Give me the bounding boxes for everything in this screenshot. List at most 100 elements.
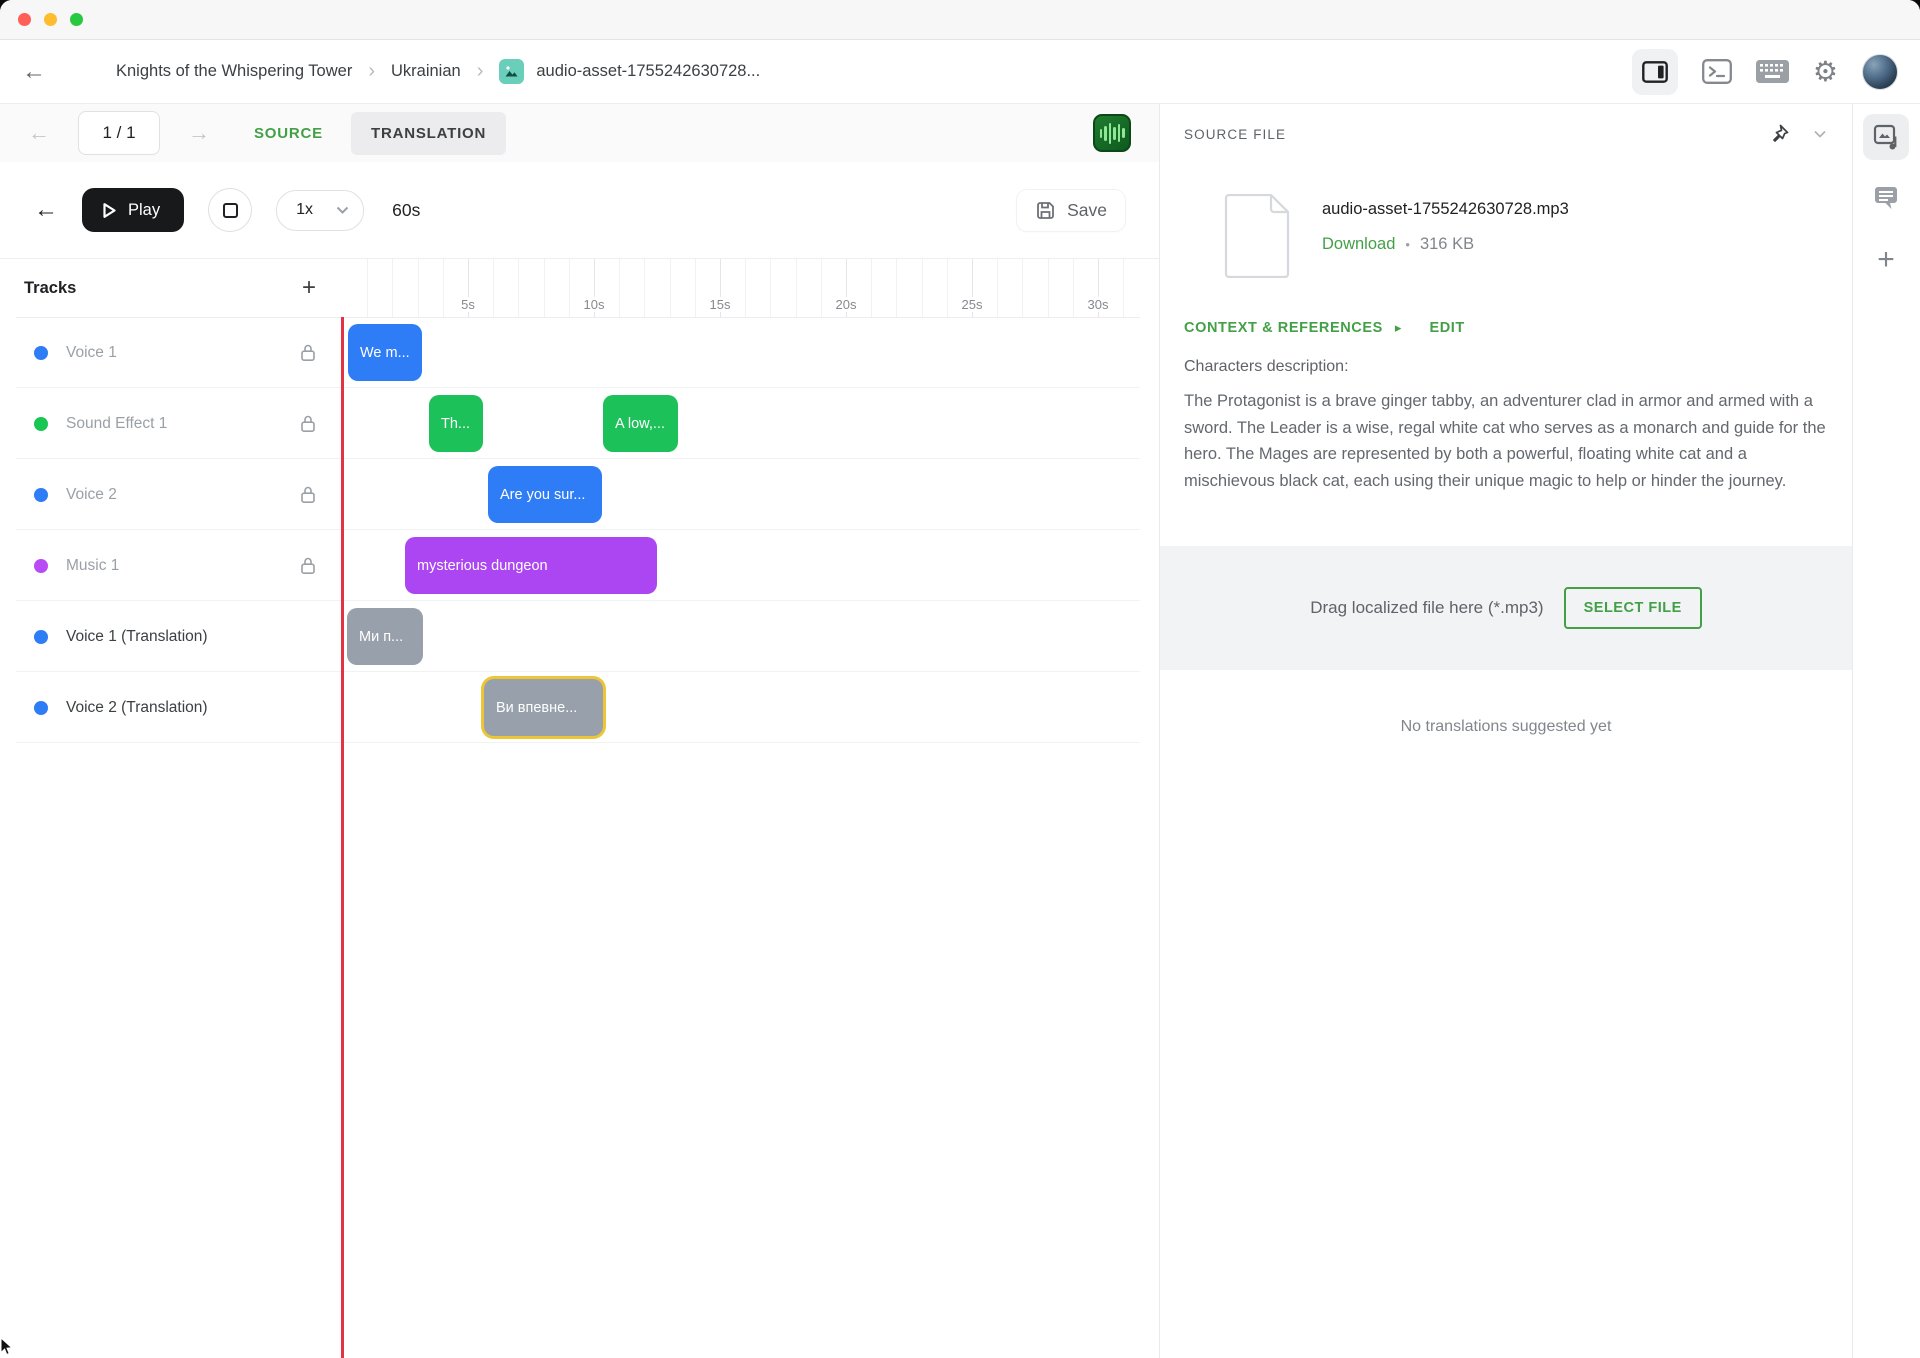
ruler-label: 30s [1086,297,1111,312]
keyboard-icon[interactable] [1756,60,1789,83]
track-label: Sound Effect 1 [0,388,342,459]
media-asset-tab-button[interactable] [1863,114,1909,160]
ruler-tick [544,259,545,317]
track-label: Voice 1 [0,317,342,388]
ruler-label: 10s [582,297,607,312]
track-row[interactable]: Voice 1 We m... [0,317,1159,388]
chevron-right-icon: › [368,60,375,83]
ruler-tick [1123,259,1124,317]
breadcrumb: Knights of the Whispering Tower › Ukrain… [116,59,760,84]
track-color-dot [34,346,48,360]
track-name: Sound Effect 1 [66,415,167,433]
ruler-tick [821,259,822,317]
collapse-chevron-icon[interactable] [1814,130,1826,138]
ruler-tick [518,259,519,317]
timeline-clip[interactable]: A low,... [603,395,678,452]
tracks-title: Tracks [24,279,76,298]
track-row[interactable]: Voice 1 (Translation)Ми п... [0,601,1159,672]
titlebar [0,0,1920,40]
track-row[interactable]: Sound Effect 1 Th... A low,... [0,388,1159,459]
context-references-row: CONTEXT & REFERENCES ▸ EDIT [1184,320,1828,336]
rewind-to-start-button[interactable]: ← [34,196,58,224]
menu-icon[interactable] [66,63,88,81]
ruler-tick [796,259,797,317]
track-name: Voice 1 [66,344,117,362]
close-window-button[interactable] [18,13,31,26]
prev-page-button[interactable]: ← [28,120,50,146]
ruler-tick [896,259,897,317]
ruler-tick [493,259,494,317]
ruler-label: 20s [834,297,859,312]
playhead[interactable] [341,317,344,1358]
lock-icon [300,343,316,362]
pin-icon[interactable] [1768,123,1790,145]
track-row[interactable]: Voice 2 (Translation) Ви впевне... [0,672,1159,743]
timeline-clip[interactable]: We m... [348,324,422,381]
localized-file-drop-zone[interactable]: Drag localized file here (*.mp3) SELECT … [1160,546,1852,670]
user-avatar[interactable] [1862,54,1898,90]
edit-link[interactable]: EDIT [1429,320,1464,336]
lock-button[interactable] [300,343,316,362]
next-page-button[interactable]: → [188,120,210,146]
tracks-header: Tracks + [0,259,342,317]
image-music-icon [1873,124,1900,151]
lock-button[interactable] [300,485,316,504]
ruler-tick [770,259,771,317]
lock-icon [300,485,316,504]
select-file-button[interactable]: SELECT FILE [1564,587,1702,629]
ruler-tick [871,259,872,317]
breadcrumb-asset[interactable]: audio-asset-1755242630728... [536,62,760,81]
track-color-dot [34,701,48,715]
timeline-clip[interactable]: Are you sur... [488,466,602,523]
settings-gear-icon[interactable]: ⚙ [1813,58,1838,86]
caret-right-icon: ▸ [1395,320,1402,336]
ruler-tick [392,259,393,317]
breadcrumb-project[interactable]: Knights of the Whispering Tower [116,62,352,81]
lock-button[interactable] [300,414,316,433]
track-row[interactable]: Voice 2Are you sur... [0,459,1159,530]
track-color-dot [34,630,48,644]
ruler-tick [670,259,671,317]
stop-button[interactable] [208,188,252,232]
tab-source[interactable]: SOURCE [254,125,323,142]
timeline-clip[interactable]: mysterious dungeon [405,537,657,594]
timeline-clip[interactable]: Th... [429,395,483,452]
timeline-ruler: 5s10s15s20s25s30s [342,259,1140,317]
add-panel-button[interactable]: + [1877,245,1895,275]
tab-translation[interactable]: TRANSLATION [351,112,506,155]
lock-icon [300,414,316,433]
ruler-tick [922,259,923,317]
panel-layout-toggle-button[interactable] [1632,49,1678,95]
save-disk-icon [1035,200,1056,221]
context-references-link[interactable]: CONTEXT & REFERENCES [1184,320,1383,336]
terminal-icon[interactable] [1702,59,1732,84]
ruler-label: 5s [459,297,477,312]
save-button[interactable]: Save [1017,190,1125,231]
timeline-clip[interactable]: Ми п... [347,608,423,665]
track-name: Voice 2 (Translation) [66,699,208,717]
download-link[interactable]: Download [1322,235,1395,254]
timeline-clip[interactable]: Ви впевне... [484,679,603,736]
comments-tab-button[interactable] [1873,186,1899,215]
characters-description-caption: Characters description: [1184,358,1828,376]
playback-speed-select[interactable]: 1x [276,190,364,231]
asset-image-icon [499,59,524,84]
drop-zone-hint: Drag localized file here (*.mp3) [1310,598,1543,618]
play-button[interactable]: Play [82,188,184,232]
timeline-duration: 60s [392,200,420,221]
page-indicator[interactable]: 1 / 1 [78,111,160,155]
lock-button[interactable] [300,556,316,575]
track-row[interactable]: Music 1mysterious dungeon [0,530,1159,601]
play-icon [102,202,117,219]
add-track-button[interactable]: + [302,276,316,300]
back-button[interactable]: ← [22,60,46,84]
ruler-tick [695,259,696,317]
file-name: audio-asset-1755242630728.mp3 [1322,200,1569,219]
view-bar: ← 1 / 1 → SOURCE TRANSLATION [0,104,1159,162]
zoom-window-button[interactable] [70,13,83,26]
minimize-window-button[interactable] [44,13,57,26]
breadcrumb-language[interactable]: Ukrainian [391,62,461,81]
ruler-tick [1022,259,1023,317]
source-file-title: SOURCE FILE [1184,127,1286,142]
ruler-tick [443,259,444,317]
